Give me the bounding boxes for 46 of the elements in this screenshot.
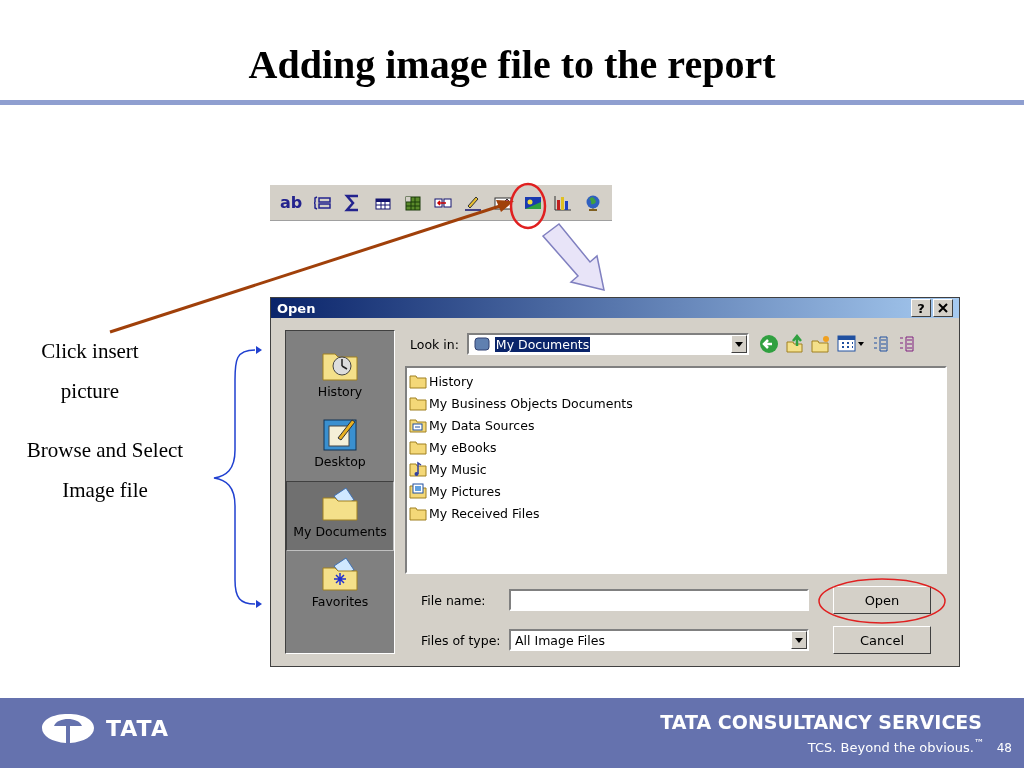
highlight-ellipse [509, 182, 547, 230]
data-folder-icon [409, 417, 427, 433]
places-item[interactable]: My Documents [286, 481, 394, 551]
dialog-title: Open [277, 300, 317, 316]
field-label: Files of type: [420, 632, 502, 648]
file-item[interactable]: My Business Objects Documents [409, 392, 943, 414]
cancel-button[interactable]: Cancel [833, 626, 931, 654]
close-button[interactable] [933, 299, 953, 317]
back-icon[interactable] [758, 334, 779, 354]
places-item[interactable]: Favorites [286, 551, 394, 621]
documents-folder-icon [320, 486, 360, 522]
close-icon [938, 303, 948, 313]
company-name: TATA CONSULTANCY SERVICES [660, 710, 982, 733]
tagline: TCS. Beyond the obvious.$^{™}$ [807, 736, 985, 756]
page-number: 48 [996, 741, 1012, 756]
desktop-icon [320, 416, 360, 452]
field-label: File name: [420, 592, 487, 608]
list-icon[interactable] [314, 193, 333, 212]
instruction-text: Browse and Select Image file [25, 437, 185, 504]
tata-logo-icon [40, 712, 96, 744]
look-in-dropdown[interactable]: My Documents [466, 333, 749, 355]
text-tool-button[interactable]: ab [280, 193, 303, 212]
crosstab-icon[interactable] [404, 193, 423, 212]
pictures-folder-icon [409, 483, 427, 499]
places-item[interactable]: History [286, 341, 394, 411]
instruction-text: Click insert picture [40, 338, 140, 405]
open-button[interactable]: Open [833, 586, 931, 614]
file-item[interactable]: My Pictures [409, 480, 943, 502]
places-item[interactable]: Desktop [286, 411, 394, 481]
file-item[interactable]: My eBooks [409, 436, 943, 458]
bar-chart-icon[interactable] [554, 193, 573, 212]
file-item[interactable]: My Received Files [409, 502, 943, 524]
down-arrow [541, 222, 605, 291]
view-menu-icon[interactable] [836, 334, 865, 354]
brand-wordmark: TATA [106, 715, 169, 741]
file-item[interactable]: My Music [409, 458, 943, 480]
help-button[interactable]: ? [911, 299, 931, 317]
up-folder-icon[interactable] [784, 334, 805, 354]
file-name-field[interactable] [509, 589, 809, 611]
field-label: Look in: [409, 336, 460, 352]
file-type-dropdown[interactable]: All Image Files [509, 629, 809, 651]
music-folder-icon [409, 461, 427, 477]
slide-title: Adding image file to the report [247, 41, 777, 89]
file-item[interactable]: History [409, 370, 943, 392]
file-item[interactable]: My Data Sources [409, 414, 943, 436]
favorites-folder-icon [320, 556, 360, 592]
